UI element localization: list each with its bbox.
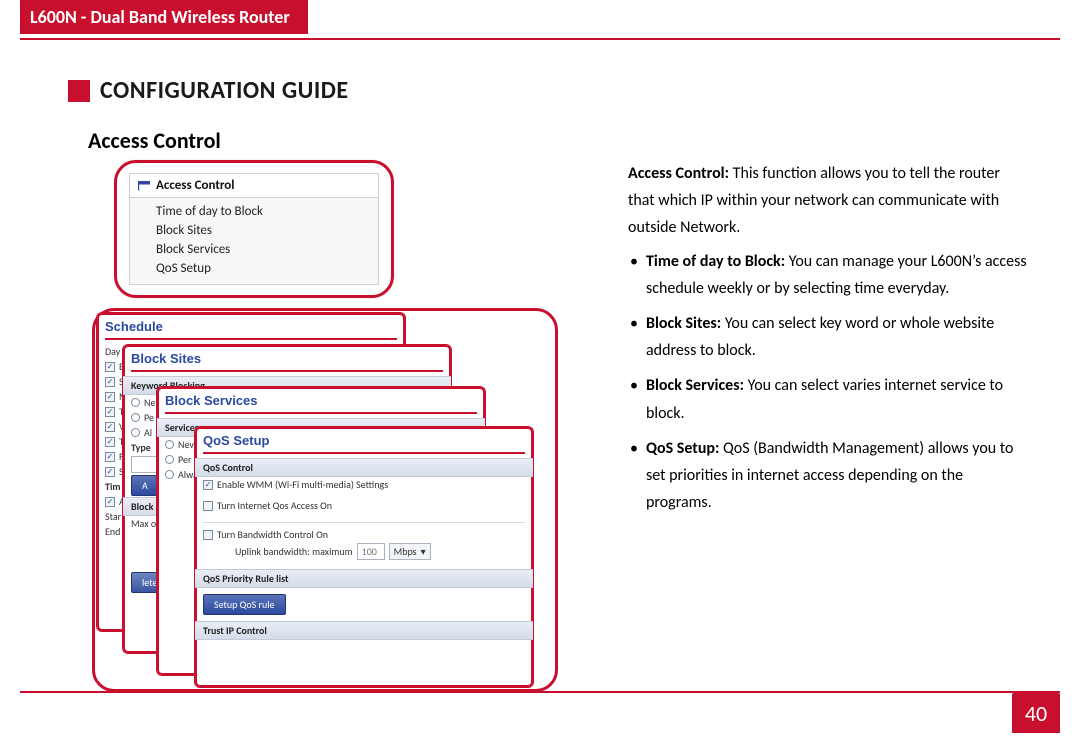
radio-icon	[131, 413, 140, 422]
label: Enable WMM (Wi-Fi multi-media) Settings	[217, 478, 388, 491]
title-marker-icon	[68, 80, 90, 102]
panel-title: Schedule	[97, 313, 405, 338]
radio-icon	[131, 428, 140, 437]
list-item: Block Sites: You can select key word or …	[628, 310, 1030, 364]
item-bold: Block Sites:	[646, 314, 721, 333]
label: Uplink bandwidth: maximum	[235, 545, 353, 558]
checkbox-icon: ✓	[105, 452, 115, 462]
checkbox-icon: ✓	[105, 422, 115, 432]
nav-item: Block Sites	[156, 221, 378, 240]
panel-subheader: QoS Priority Rule list	[195, 569, 533, 588]
checkbox-icon: ✓	[105, 437, 115, 447]
radio-icon	[131, 398, 140, 407]
setup-qos-rule-button: Setup QoS rule	[203, 594, 286, 615]
checkbox-icon: ✓	[105, 467, 115, 477]
panel-title: Block Sites	[123, 345, 451, 370]
panel-title: QoS Setup	[195, 427, 533, 452]
nav-item: QoS Setup	[156, 259, 378, 278]
checkbox-icon	[203, 501, 213, 511]
item-bold: Time of day to Block:	[646, 252, 785, 271]
nav-item: Block Services	[156, 240, 378, 259]
list-item: Time of day to Block: You can manage you…	[628, 248, 1030, 302]
panel-qos-setup: QoS Setup QoS Control ✓ Enable WMM (Wi-Fi…	[194, 426, 534, 688]
item-bold: QoS Setup:	[646, 439, 719, 458]
panel-subheader: Trust IP Control	[195, 621, 533, 640]
guide-title: CONFIGURATION GUIDE	[100, 76, 349, 105]
label: Al	[144, 426, 152, 439]
unit-select: Mbps▾	[389, 543, 431, 560]
text-input	[131, 456, 159, 473]
radio-icon	[165, 440, 174, 449]
chevron-down-icon: ▾	[421, 545, 426, 558]
add-button: A	[131, 475, 159, 496]
checkbox-icon: ✓	[105, 392, 115, 402]
label: Turn Bandwidth Control On	[217, 528, 328, 541]
page-number: 40	[1012, 693, 1060, 733]
footer-divider	[20, 691, 1060, 693]
checkbox-icon: ✓	[203, 480, 213, 490]
label: Pe	[144, 411, 154, 424]
nav-callout: Access Control Time of day to Block Bloc…	[114, 160, 394, 298]
panel-title: Block Services	[157, 387, 485, 412]
uplink-value: 100	[357, 543, 385, 560]
panel-subheader: QoS Control	[195, 458, 533, 477]
nav-item: Time of day to Block	[156, 202, 378, 221]
body-text: Access Control: This function allows you…	[628, 160, 1060, 524]
label: Ne	[144, 396, 155, 409]
list-item: Block Services: You can select varies in…	[628, 372, 1030, 426]
section-title: Access Control	[88, 127, 1060, 154]
checkbox-icon: ✓	[105, 377, 115, 387]
checkbox-icon: ✓	[105, 362, 115, 372]
intro-bold: Access Control:	[628, 164, 729, 183]
checkbox-icon: ✓	[105, 407, 115, 417]
radio-icon	[165, 455, 174, 464]
nav-heading: Access Control	[156, 178, 235, 193]
label: Turn Internet Qos Access On	[217, 499, 332, 512]
radio-icon	[165, 470, 174, 479]
nav-folder-icon	[138, 181, 150, 191]
checkbox-icon	[203, 530, 213, 540]
list-item: QoS Setup: QoS (Bandwidth Management) al…	[628, 435, 1030, 517]
item-bold: Block Services:	[646, 376, 744, 395]
header-product-title: L600N - Dual Band Wireless Router	[20, 0, 308, 34]
checkbox-icon: ✓	[105, 497, 115, 507]
